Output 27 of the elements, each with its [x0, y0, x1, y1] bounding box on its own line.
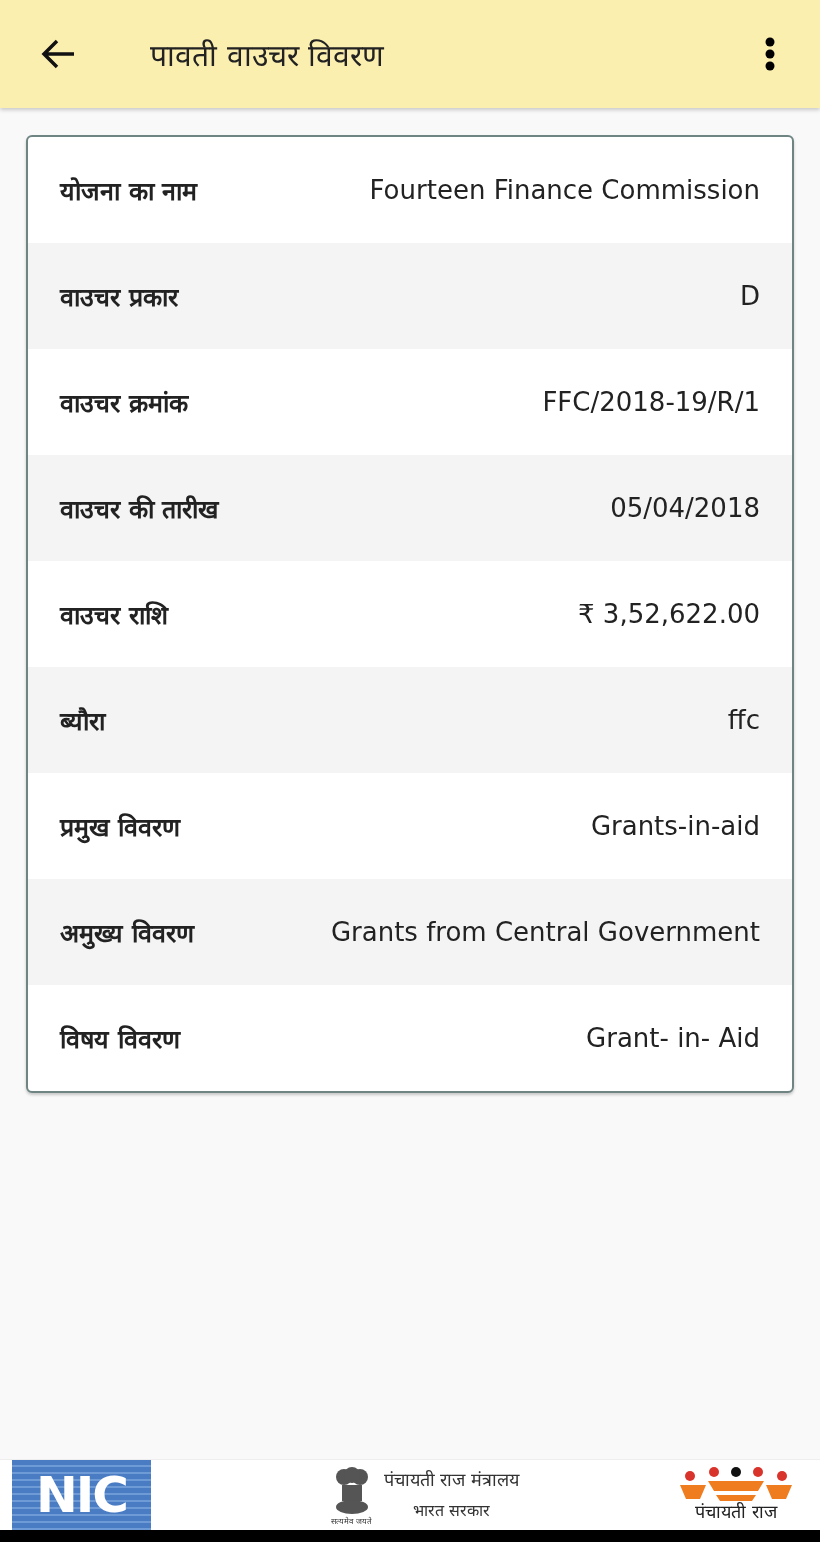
field-value: Grants-in-aid — [590, 811, 760, 841]
field-value: ffc — [727, 705, 760, 735]
field-label: ब्यौरा — [60, 706, 105, 737]
screen-title: पावती वाउचर विवरण — [150, 36, 386, 75]
field-label: योजना का नाम — [60, 176, 198, 207]
field-value: Grant- in- Aid — [586, 1023, 760, 1053]
field-value: FFC/2018-19/R/1 — [542, 387, 760, 417]
field-label: अमुख्य विवरण — [60, 918, 194, 949]
field-label: वाउचर प्रकार — [60, 282, 178, 313]
back-arrow-icon — [40, 38, 76, 70]
field-value: Grants from Central Government — [330, 917, 760, 947]
field-value: Fourteen Finance Commission — [369, 175, 760, 205]
emblem-motto: सत्यमेव जयते — [331, 1515, 373, 1526]
field-value: 05/04/2018 — [610, 493, 760, 523]
field-label: वाउचर क्रमांक — [60, 388, 188, 419]
field-label: प्रमुख विवरण — [60, 812, 180, 843]
more-icon — [765, 37, 775, 71]
field-value: D — [739, 281, 760, 311]
nic-logo: NIC — [12, 1460, 151, 1530]
field-label: विषय विवरण — [60, 1024, 180, 1055]
panchayati-raj-logo-icon — [678, 1467, 794, 1501]
panchayati-raj-logo-text: पंचायती राज — [695, 1500, 777, 1523]
field-value: ₹ 3,52,622.00 — [578, 599, 760, 629]
government-name: भारत सरकार — [412, 1499, 491, 1521]
field-label: वाउचर की तारीख — [60, 494, 219, 525]
ministry-name: पंचायती राज मंत्रालय — [383, 1467, 520, 1491]
field-label: वाउचर राशि — [60, 600, 168, 631]
